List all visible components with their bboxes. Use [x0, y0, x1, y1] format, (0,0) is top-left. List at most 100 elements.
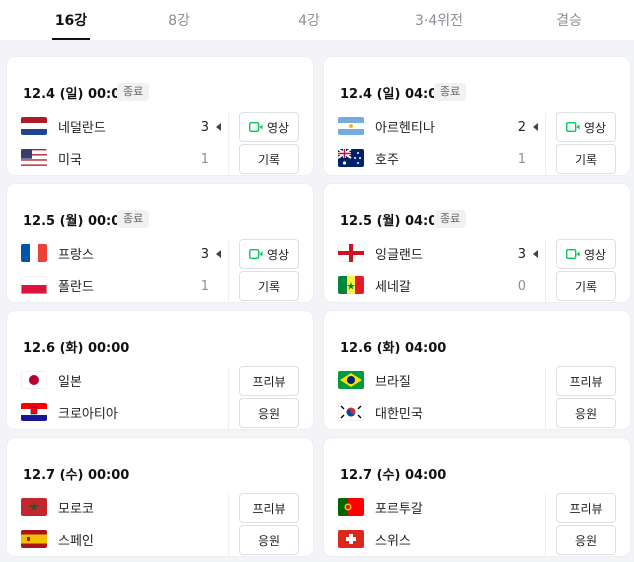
- pl-flag-icon: [21, 276, 47, 294]
- team-row[interactable]: 네덜란드: [21, 114, 221, 138]
- team-row[interactable]: 대한민국: [338, 400, 538, 424]
- team-name: 미국: [58, 152, 82, 168]
- match-datetime: 12.6 (화) 00:00: [23, 341, 130, 356]
- button-label: 영상: [266, 247, 290, 262]
- team-score: 1: [517, 152, 526, 167]
- video-button[interactable]: 영상: [239, 112, 299, 142]
- us-flag-icon: [21, 149, 47, 167]
- winner-marker-icon: [533, 123, 538, 131]
- button-label: 응원: [574, 533, 598, 548]
- cheer-button[interactable]: 응원: [239, 398, 299, 428]
- nl-flag-icon: [21, 117, 47, 135]
- team-name: 세네갈: [375, 279, 411, 295]
- tab-round-of-16[interactable]: 16강: [28, 0, 114, 40]
- team-row[interactable]: 모로코: [21, 495, 221, 519]
- team-score: 2: [517, 120, 526, 135]
- team-row[interactable]: 스페인: [21, 527, 221, 551]
- divider: [545, 494, 546, 556]
- team-score: 0: [517, 279, 526, 294]
- divider: [228, 494, 229, 556]
- team-name: 잉글랜드: [375, 247, 423, 263]
- team-name: 대한민국: [375, 406, 423, 422]
- divider: [228, 113, 229, 175]
- ar-flag-icon: [338, 117, 364, 135]
- match-datetime: 12.5 (월) 04:00: [340, 214, 447, 229]
- cheer-button[interactable]: 응원: [556, 398, 616, 428]
- match-card[interactable]: 12.6 (화) 00:00 일본크로아티아 프리뷰 응원: [7, 311, 313, 429]
- team-row[interactable]: 프랑스: [21, 241, 221, 265]
- button-label: 응원: [257, 533, 281, 548]
- cheer-button[interactable]: 응원: [239, 525, 299, 555]
- winner-marker-icon: [216, 123, 221, 131]
- team-row[interactable]: 아르헨티나: [338, 114, 538, 138]
- button-label: 응원: [574, 406, 598, 421]
- match-datetime: 12.7 (수) 00:00: [23, 468, 130, 483]
- status-badge: 종료: [434, 210, 467, 228]
- match-datetime: 12.5 (월) 00:00: [23, 214, 130, 229]
- team-row[interactable]: 호주: [338, 146, 538, 170]
- preview-button[interactable]: 프리뷰: [556, 493, 616, 523]
- video-icon: [565, 122, 580, 132]
- record-button[interactable]: 기록: [556, 271, 616, 301]
- divider: [228, 367, 229, 429]
- au-flag-icon: [338, 149, 364, 167]
- match-card[interactable]: 12.5 (월) 04:00 종료 잉글랜드 3 세네갈 0 영상 기록: [324, 184, 630, 302]
- team-row[interactable]: 잉글랜드: [338, 241, 538, 265]
- team-name: 프랑스: [58, 247, 94, 263]
- team-name: 아르헨티나: [375, 120, 435, 136]
- team-score: 1: [200, 279, 209, 294]
- en-flag-icon: [338, 244, 364, 262]
- team-row[interactable]: 스위스: [338, 527, 538, 551]
- sn-flag-icon: [338, 276, 364, 294]
- divider: [228, 240, 229, 302]
- video-button[interactable]: 영상: [556, 112, 616, 142]
- button-label: 영상: [583, 120, 607, 135]
- preview-button[interactable]: 프리뷰: [239, 493, 299, 523]
- button-label: 기록: [574, 279, 598, 294]
- team-name: 일본: [58, 374, 82, 390]
- team-row[interactable]: 포르투갈: [338, 495, 538, 519]
- team-row[interactable]: 일본: [21, 368, 221, 392]
- winner-marker-icon: [533, 250, 538, 258]
- tab-final[interactable]: 결승: [504, 0, 634, 40]
- team-name: 폴란드: [58, 279, 94, 295]
- match-card[interactable]: 12.4 (일) 00:00 종료 네덜란드 3 미국 1 영상 기록: [7, 57, 313, 175]
- button-label: 프리뷰: [569, 374, 603, 389]
- match-card[interactable]: 12.4 (일) 04:00 종료 아르헨티나 2 호주 1 영상 기록: [324, 57, 630, 175]
- team-row[interactable]: 미국: [21, 146, 221, 170]
- match-card[interactable]: 12.5 (월) 00:00 종료 프랑스 3 폴란드 1 영상 기록: [7, 184, 313, 302]
- tab-third-place[interactable]: 3·4위전: [374, 0, 504, 40]
- record-button[interactable]: 기록: [556, 144, 616, 174]
- match-card[interactable]: 12.6 (화) 04:00 브라질대한민국 프리뷰응원: [324, 311, 630, 429]
- team-row[interactable]: 크로아티아: [21, 400, 221, 424]
- record-button[interactable]: 기록: [239, 271, 299, 301]
- video-button[interactable]: 영상: [239, 239, 299, 269]
- preview-button[interactable]: 프리뷰: [556, 366, 616, 396]
- match-datetime: 12.6 (화) 04:00: [340, 341, 447, 356]
- ch-flag-icon: [338, 530, 364, 548]
- team-row[interactable]: 세네갈: [338, 273, 538, 297]
- hr-flag-icon: [21, 403, 47, 421]
- jp-flag-icon: [21, 371, 47, 389]
- team-score: 3: [200, 120, 209, 135]
- video-icon: [248, 249, 263, 259]
- team-row[interactable]: 폴란드: [21, 273, 221, 297]
- team-name: 스위스: [375, 533, 411, 549]
- divider: [545, 367, 546, 429]
- video-icon: [248, 122, 263, 132]
- match-card[interactable]: 12.7 (수) 04:00 포르투갈 스위스 프리뷰 응원: [324, 438, 630, 556]
- team-name: 크로아티아: [58, 406, 118, 422]
- video-button[interactable]: 영상: [556, 239, 616, 269]
- team-row[interactable]: 브라질: [338, 368, 538, 392]
- cheer-button[interactable]: 응원: [556, 525, 616, 555]
- tab-semifinals[interactable]: 4강: [244, 0, 374, 40]
- tab-quarterfinals[interactable]: 8강: [114, 0, 244, 40]
- preview-button[interactable]: 프리뷰: [239, 366, 299, 396]
- br-flag-icon: [338, 371, 364, 389]
- ma-flag-icon: [21, 498, 47, 516]
- es-flag-icon: [21, 530, 47, 548]
- record-button[interactable]: 기록: [239, 144, 299, 174]
- winner-marker-icon: [216, 250, 221, 258]
- button-label: 기록: [257, 152, 281, 167]
- match-card[interactable]: 12.7 (수) 00:00 모로코스페인 프리뷰응원: [7, 438, 313, 556]
